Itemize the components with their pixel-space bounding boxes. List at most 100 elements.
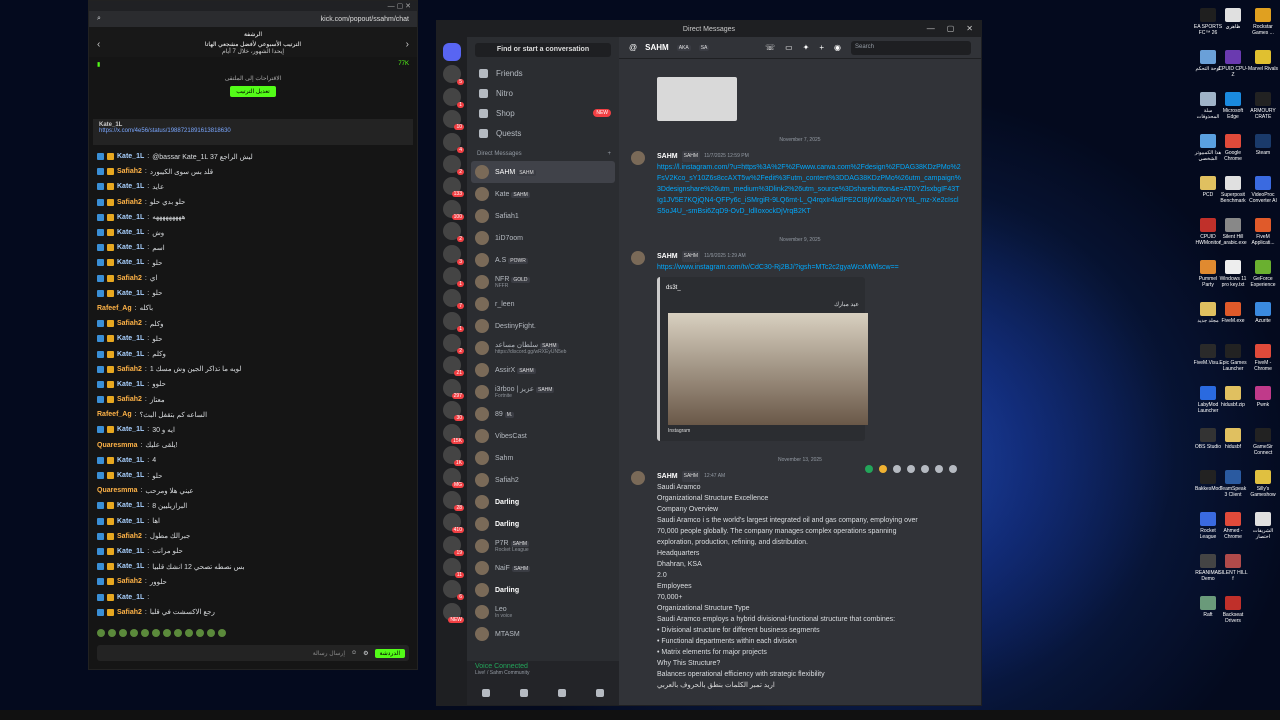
find-conversation-input[interactable]: Find or start a conversation — [475, 43, 611, 57]
dm-item[interactable]: 1iD7oom — [467, 227, 619, 249]
dm-item[interactable]: P7R SAHM Rocket League — [467, 535, 619, 557]
server-icon[interactable]: 410 — [443, 513, 464, 534]
send-chat-button[interactable]: الدردشة — [374, 648, 405, 658]
chat-message[interactable]: Safiah2: معتاز — [97, 392, 409, 407]
ranking-button[interactable]: تعديل الترتيب — [230, 86, 276, 97]
add-dm-icon[interactable]: + — [607, 151, 611, 157]
taskbar[interactable] — [0, 710, 1280, 720]
desktop-icon[interactable]: TeamSpeak 3 Client — [1218, 470, 1248, 498]
chat-input[interactable]: إرسال رسالة ☺ ⚙ الدردشة — [97, 645, 409, 661]
chat-message[interactable]: Kate_1L: ايه و 30 — [97, 422, 409, 437]
chat-message[interactable]: Kate_1L: وش — [97, 225, 409, 240]
desktop-icon[interactable]: Superposit Benchmark — [1218, 176, 1248, 204]
chat-username[interactable]: Safiah2 — [117, 168, 142, 175]
server-icon[interactable]: 1K — [443, 446, 464, 467]
dm-item[interactable]: NaiF SAHM — [467, 557, 619, 579]
author-name[interactable]: SAHM — [657, 471, 678, 482]
emote-bar[interactable] — [97, 629, 226, 641]
desktop-icon[interactable]: CPUID CPU-Z — [1218, 50, 1248, 78]
soundboard-icon[interactable] — [596, 689, 604, 697]
dm-item[interactable]: SAHM SAHM — [471, 161, 615, 183]
server-icon[interactable]: 1 — [443, 311, 464, 332]
dm-item[interactable]: Darling — [467, 513, 619, 535]
dm-item[interactable]: Leo In voice — [467, 601, 619, 623]
chat-message[interactable]: Kate_1L: اسم — [97, 240, 409, 255]
dm-user-name[interactable]: SAHM — [645, 43, 669, 52]
dm-item[interactable]: Safiah2 — [467, 469, 619, 491]
chat-username[interactable]: Kate_1L — [117, 426, 144, 433]
server-icon[interactable]: 4 — [443, 132, 464, 153]
desktop-icon[interactable]: FiveM Applicati... — [1248, 218, 1278, 246]
desktop-icon[interactable]: FiveM.exe — [1218, 302, 1248, 324]
nav-friends[interactable]: Friends — [467, 63, 619, 83]
dm-item[interactable]: i3rboo | عزيز SAHM Fortnite — [467, 381, 619, 403]
dm-item[interactable]: AssirX SAHM — [467, 359, 619, 381]
dm-item[interactable]: Kate SAHM — [467, 183, 619, 205]
server-icon[interactable]: 3 — [443, 244, 464, 265]
voice-status[interactable]: Voice Connected Live! / Sahm Community — [467, 661, 619, 681]
chat-message[interactable]: Kate_1L: حلو مرانت — [97, 544, 409, 559]
server-icon[interactable]: 6 — [443, 580, 464, 601]
chat-username[interactable]: Safiah2 — [117, 366, 142, 373]
desktop-icon[interactable]: Windows 11 pro key.txt — [1218, 260, 1248, 288]
chat-username[interactable]: Safiah2 — [117, 609, 142, 616]
desktop-icon[interactable]: GameSir Connect — [1248, 428, 1278, 456]
desktop-icon[interactable]: Google Chrome — [1218, 134, 1248, 162]
chat-message[interactable]: Safiah2: لويه ما تذاكر الجين وش مسك 1 — [97, 362, 409, 377]
desktop-icon[interactable]: SILENT HILL f — [1218, 554, 1248, 582]
chat-username[interactable]: Kate_1L — [117, 457, 144, 464]
dm-item[interactable]: Darling — [467, 579, 619, 601]
chat-username[interactable]: Kate_1L — [117, 502, 144, 509]
chat-message[interactable]: Quaresmma: عيني هلا ومرحب — [97, 483, 409, 498]
discord-home-icon[interactable] — [443, 43, 461, 61]
instagram-embed[interactable]: ds3t_ عيد مبارك Instagram — [657, 277, 868, 441]
dm-item[interactable]: r_leen — [467, 293, 619, 315]
chat-message[interactable]: Rafeef_Ag: الساعه كم بتقفل البث؟ — [97, 407, 409, 422]
chat-username[interactable]: Kate_1L — [117, 183, 144, 190]
chat-message[interactable]: Kate_1L: — [97, 589, 409, 604]
desktop-icon[interactable]: الشريفات اختصار — [1248, 512, 1278, 540]
message[interactable]: SAHM SAHM 11/9/2025 1:29 AM https://www.in… — [631, 251, 961, 441]
server-icon[interactable]: 15K — [443, 423, 464, 444]
chat-message-list[interactable]: Kate_1L: @bassar Kate_1L 37 ليش الراجع Saf… — [89, 145, 417, 624]
dm-item[interactable]: 89 M. — [467, 403, 619, 425]
desktop-icon[interactable]: Microsoft Edge — [1218, 92, 1248, 120]
avatar[interactable] — [631, 251, 645, 265]
server-icon[interactable]: NEW — [443, 602, 464, 623]
chat-message[interactable]: Safiah2: حلوور — [97, 574, 409, 589]
dm-item[interactable]: Safiah1 — [467, 205, 619, 227]
previous-image-attachment[interactable] — [657, 77, 737, 121]
server-icon[interactable]: 133 — [443, 177, 464, 198]
screen-share-icon[interactable] — [520, 689, 528, 697]
chat-username[interactable]: Safiah2 — [117, 320, 142, 327]
message[interactable]: SAHM SAHM 11/7/2025 12:59 PM https://l.ins… — [631, 151, 961, 217]
search-input[interactable]: Search — [851, 40, 971, 55]
close-icon[interactable]: ✕ — [966, 24, 973, 33]
server-icon[interactable]: 10 — [443, 110, 464, 131]
chat-message[interactable]: Safiah2: حلو بدي حلو — [97, 195, 409, 210]
chat-username[interactable]: Kate_1L — [117, 381, 144, 388]
desktop-icon[interactable]: VideoProc Converter AI — [1248, 176, 1278, 204]
desktop-icon[interactable]: Azurite — [1248, 302, 1278, 324]
server-icon[interactable]: 5 — [443, 65, 464, 86]
desktop-icon[interactable]: Steam — [1248, 134, 1278, 156]
embed-video-thumbnail[interactable] — [668, 313, 868, 425]
message-link[interactable]: https://l.instagram.com/?u=https%3A%2F%2… — [657, 162, 961, 217]
address-bar[interactable]: ⌕ kick.com/popout/ssahm/chat — [89, 11, 417, 27]
nav-shop[interactable]: Shop NEW — [467, 103, 619, 123]
pinned-message[interactable]: Kate_1L https://x.com/4e56/status/198872… — [93, 119, 413, 145]
chat-username[interactable]: Rafeef_Ag — [97, 305, 132, 312]
desktop-icon[interactable]: ARMOURY CRATE — [1248, 92, 1278, 120]
chat-message[interactable]: Safiah2: جبرالك مطول — [97, 529, 409, 544]
call-icon[interactable]: ☏ — [765, 43, 775, 52]
chevron-right-icon[interactable]: › — [406, 39, 409, 50]
server-icon[interactable]: 7 — [443, 289, 464, 310]
activity-icon[interactable] — [558, 689, 566, 697]
desktop-icon[interactable]: Ahmed - Chrome — [1218, 512, 1248, 540]
chat-username[interactable]: Kate_1L — [117, 548, 144, 555]
dm-item[interactable]: سلطان مساعد SAHM https://discord.gg/wRXEy… — [467, 337, 619, 359]
chat-username[interactable]: Kate_1L — [117, 472, 144, 479]
chat-message[interactable]: Kate_1L: حلو — [97, 331, 409, 346]
video-icon[interactable]: ▭ — [785, 43, 793, 52]
server-icon[interactable]: 11 — [443, 557, 464, 578]
